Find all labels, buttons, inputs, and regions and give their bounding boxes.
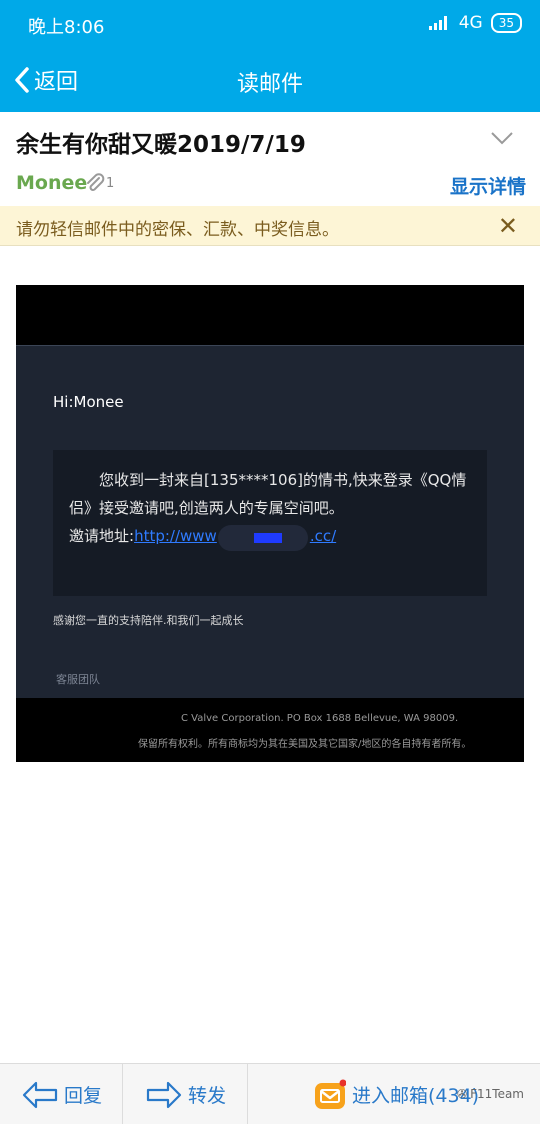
- security-warning: 请勿轻信邮件中的密保、汇款、中奖信息。 ✕: [0, 206, 540, 246]
- network-type: 4G: [458, 13, 483, 33]
- mailbox-icon: [314, 1079, 347, 1111]
- invite-link-end[interactable]: .cc/: [310, 527, 336, 545]
- reply-label: 回复: [64, 1085, 103, 1107]
- reply-icon: [22, 1081, 58, 1108]
- attachment-indicator[interactable]: 1: [84, 172, 114, 194]
- forward-label: 转发: [188, 1085, 227, 1107]
- link-label: 邀请地址:: [69, 527, 135, 545]
- chevron-down-icon[interactable]: [490, 130, 514, 146]
- nav-bar: 返回 读邮件: [0, 48, 540, 112]
- close-icon[interactable]: ✕: [498, 212, 518, 240]
- attachment-count: 1: [106, 175, 115, 191]
- footer-rights: 保留所有权利。所有商标均为其在美国及其它国家/地区的各自持有者所有。: [138, 739, 472, 750]
- reply-button[interactable]: 回复: [22, 1064, 102, 1124]
- redacted-mask: [218, 525, 308, 551]
- status-time: 晚上8:06: [28, 17, 105, 38]
- watermark: ✇ F11Team: [457, 1087, 524, 1101]
- status-bar: 晚上8:06 4G 35: [0, 0, 540, 48]
- status-indicators: 4G 35: [428, 13, 522, 33]
- page-title: 读邮件: [236, 72, 303, 97]
- email-body-text: 您收到一封来自[135****106]的情书,快来登录《QQ情侣》接受邀请吧,创…: [69, 471, 467, 517]
- battery-icon: 35: [490, 13, 522, 33]
- sender-name[interactable]: Monee: [16, 172, 87, 194]
- mail-meta: Monee 1 显示详情: [0, 168, 540, 208]
- enter-inbox-button[interactable]: 进入邮箱(434): [314, 1064, 479, 1124]
- divider: [247, 1064, 248, 1124]
- forward-button[interactable]: 转发: [146, 1064, 226, 1124]
- footer-address: C Valve Corporation. PO Box 1688 Bellevu…: [181, 713, 459, 724]
- subject-row: 余生有你甜又暖2019/7/19: [0, 112, 540, 168]
- signal-icon: [428, 16, 451, 30]
- paperclip-icon: [87, 173, 105, 191]
- email-greeting: Hi:Monee: [53, 393, 124, 411]
- invite-link-start[interactable]: http://www: [134, 527, 217, 545]
- mail-subject: 余生有你甜又暖2019/7/19: [16, 132, 306, 158]
- email-image: Hi:Monee 您收到一封来自[135****106]的情书,快来登录《QQ情…: [16, 285, 524, 762]
- team-signature: 客服团队: [56, 673, 100, 686]
- wechat-icon: ✇: [457, 1087, 468, 1101]
- show-details-link[interactable]: 显示详情: [450, 172, 526, 199]
- forward-icon: [146, 1081, 182, 1108]
- divider: [122, 1064, 123, 1124]
- warning-text: 请勿轻信邮件中的密保、汇款、中奖信息。: [16, 220, 339, 240]
- message-box: 您收到一封来自[135****106]的情书,快来登录《QQ情侣》接受邀请吧,创…: [53, 450, 487, 596]
- thanks-text: 感谢您一直的支持陪伴.和我们一起成长: [53, 614, 244, 627]
- watermark-text: F11Team: [470, 1087, 524, 1101]
